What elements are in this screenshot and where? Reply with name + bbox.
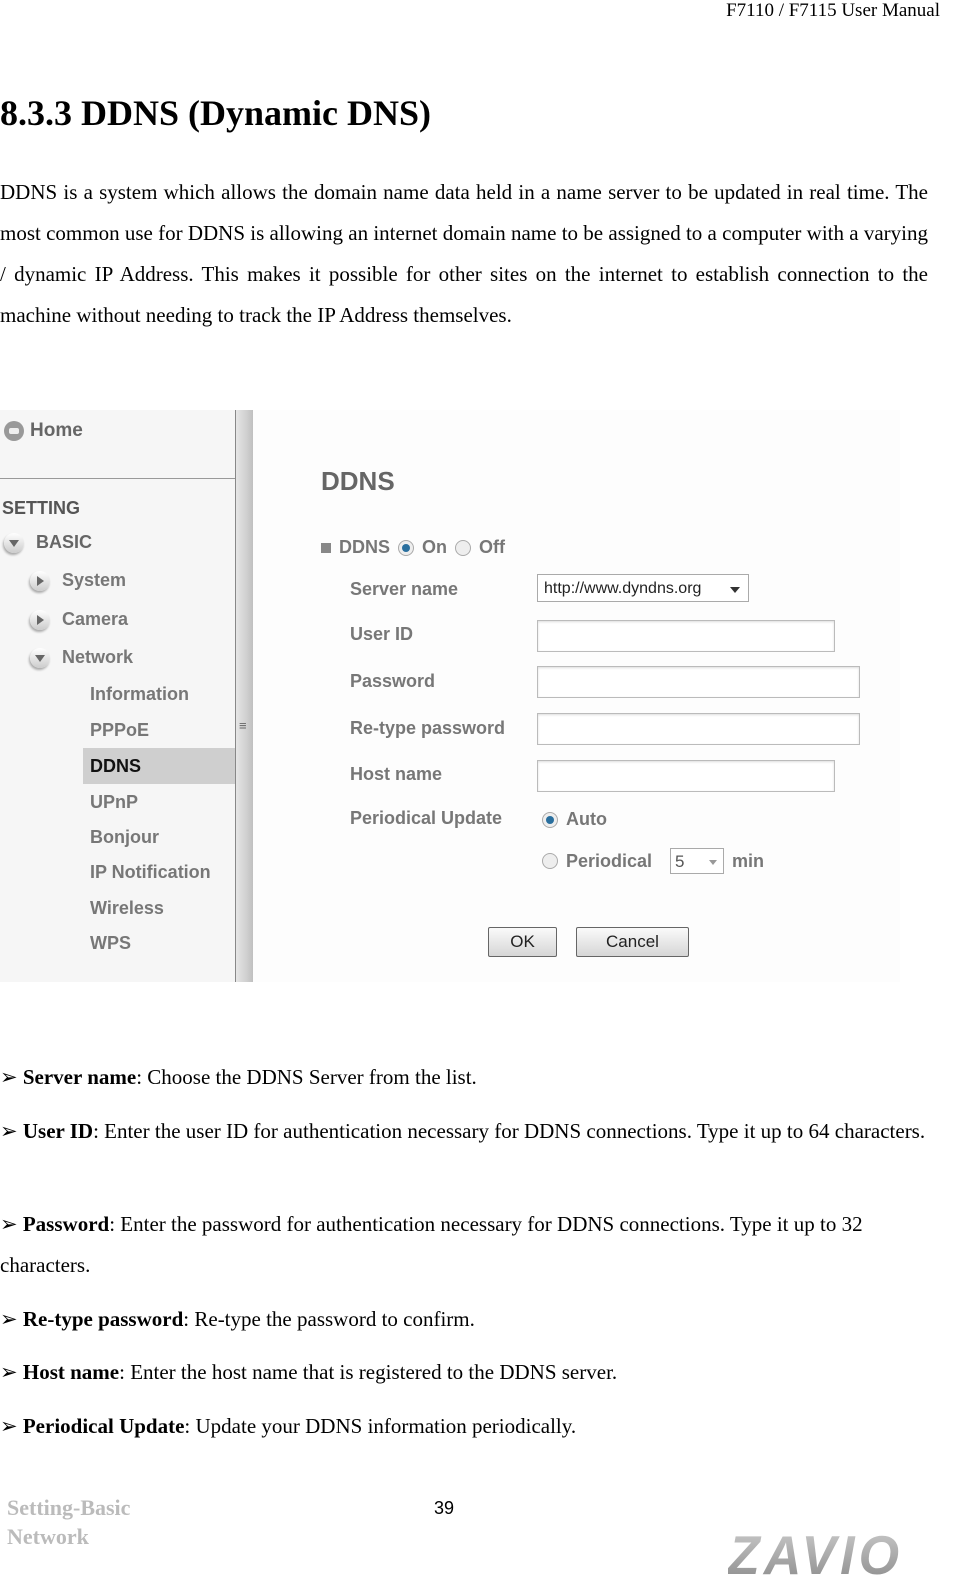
chevron-down-icon xyxy=(4,532,24,553)
min-label: min xyxy=(732,850,765,871)
ddns-on-radio[interactable] xyxy=(398,539,415,556)
password-input[interactable] xyxy=(537,666,860,698)
sidebar-item-network[interactable]: Network xyxy=(30,647,133,668)
ddns-on-label: On xyxy=(422,537,448,557)
bullet-arrow-icon: ➢ xyxy=(0,1065,18,1089)
update-periodical-option: Periodical 5 min xyxy=(542,848,764,874)
retype-password-label: Re-type password xyxy=(350,718,506,738)
update-auto-radio[interactable] xyxy=(542,811,558,828)
bullet-user-id: ➢ User ID: Enter the user ID for authent… xyxy=(0,1119,926,1143)
sidebar-item-wps[interactable]: WPS xyxy=(90,933,131,954)
chevron-right-icon xyxy=(30,609,50,630)
settings-sidebar: Home SETTING BASIC System Camera Network… xyxy=(0,410,238,982)
home-icon xyxy=(4,421,24,441)
page-number: 39 xyxy=(434,1498,455,1518)
ddns-settings-screenshot: Home SETTING BASIC System Camera Network… xyxy=(0,410,900,982)
sidebar-item-wireless[interactable]: Wireless xyxy=(90,898,164,919)
ddns-off-label: Off xyxy=(479,537,506,557)
bullet-arrow-icon: ➢ xyxy=(0,1212,18,1236)
dropdown-arrow-icon xyxy=(709,860,718,865)
sidebar-item-ip-notification[interactable]: IP Notification xyxy=(90,862,211,883)
ddns-off-radio[interactable] xyxy=(455,539,472,556)
bullet-arrow-icon: ➢ xyxy=(0,1119,18,1143)
host-name-input[interactable] xyxy=(537,760,835,792)
scrollbar-grip-icon: ≡ xyxy=(239,718,247,733)
bullet-arrow-icon: ➢ xyxy=(0,1307,18,1331)
bullet-periodical-update: ➢ Periodical Update: Update your DDNS in… xyxy=(0,1414,577,1438)
section-heading: 8.3.3 DDNS (Dynamic DNS) xyxy=(0,93,431,133)
user-id-input[interactable] xyxy=(537,620,835,652)
interval-select[interactable]: 5 xyxy=(670,848,725,874)
ddns-toggle-row: DDNS On Off xyxy=(321,537,505,558)
periodical-update-label: Periodical Update xyxy=(350,808,503,828)
update-periodical-radio[interactable] xyxy=(542,853,558,869)
zavio-logo: ZAVIO xyxy=(728,1525,904,1587)
server-name-select[interactable]: http://www.dyndns.org xyxy=(537,574,749,602)
sidebar-item-bonjour[interactable]: Bonjour xyxy=(90,827,159,848)
sidebar-item-upnp[interactable]: UPnP xyxy=(90,792,138,813)
sidebar-item-system[interactable]: System xyxy=(30,570,126,591)
bullet-retype-password: ➢ Re-type password: Re-type the password… xyxy=(0,1307,475,1331)
server-name-label: Server name xyxy=(350,579,459,599)
cancel-button[interactable]: Cancel xyxy=(576,927,689,957)
bullet-square-icon xyxy=(321,542,331,553)
bullet-arrow-icon: ➢ xyxy=(0,1360,18,1384)
sidebar-setting-heading: SETTING xyxy=(2,498,81,518)
dropdown-arrow-icon xyxy=(730,587,740,593)
bullet-password: ➢ Password: Enter the password for authe… xyxy=(0,1212,863,1277)
intro-paragraph: DDNS is a system which allows the domain… xyxy=(0,180,928,327)
form-title: DDNS xyxy=(321,466,395,496)
footer-section: Setting-Basic Network xyxy=(7,1495,131,1549)
sidebar-scrollbar[interactable]: ≡ xyxy=(235,410,255,982)
bullet-arrow-icon: ➢ xyxy=(0,1414,18,1438)
retype-password-input[interactable] xyxy=(537,713,860,745)
sidebar-home[interactable]: Home xyxy=(4,420,83,442)
sidebar-item-camera[interactable]: Camera xyxy=(30,609,128,630)
sidebar-item-pppoe[interactable]: PPPoE xyxy=(90,720,149,741)
sidebar-home-label: Home xyxy=(30,420,83,441)
host-name-label: Host name xyxy=(350,764,443,784)
password-label: Password xyxy=(350,671,436,691)
sidebar-item-information[interactable]: Information xyxy=(90,684,189,705)
bullet-server-name: ➢ Server name: Choose the DDNS Server fr… xyxy=(0,1065,477,1089)
sidebar-item-ddns[interactable]: DDNS xyxy=(83,748,238,784)
user-id-label: User ID xyxy=(350,624,414,644)
ok-button[interactable]: OK xyxy=(488,927,557,957)
update-auto-option: Auto xyxy=(542,809,607,830)
bullet-host-name: ➢ Host name: Enter the host name that is… xyxy=(0,1360,618,1384)
chevron-down-icon xyxy=(30,647,50,668)
chevron-right-icon xyxy=(30,570,50,591)
ddns-form: DDNS DDNS On Off Server name http://www.… xyxy=(253,410,900,982)
sidebar-divider xyxy=(0,478,235,479)
manual-title: F7110 / F7115 User Manual xyxy=(726,0,940,21)
sidebar-item-basic[interactable]: BASIC xyxy=(4,532,92,553)
